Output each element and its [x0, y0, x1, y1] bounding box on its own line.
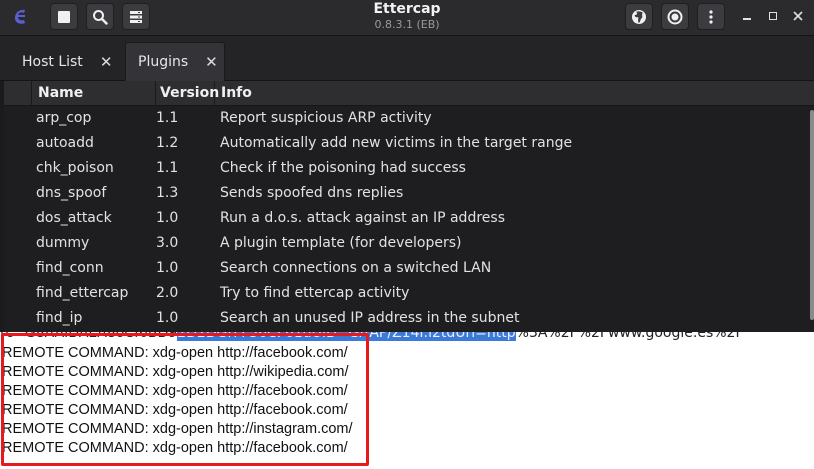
plugin-version: 1.3	[156, 185, 179, 201]
table-row[interactable]: arp_cop 1.1 Report suspicious ARP activi…	[4, 106, 809, 131]
table-row[interactable]: find_conn 1.0 Search connections on a sw…	[4, 256, 809, 281]
plugin-version: 1.0	[156, 210, 179, 226]
plugin-name: find_conn	[36, 260, 104, 276]
globe-button[interactable]	[625, 3, 653, 30]
header-bar: Ettercap 0.8.3.1 (EB)	[0, 0, 814, 36]
table-header: Name Version Info	[4, 81, 814, 106]
plugin-name: arp_cop	[36, 110, 92, 126]
maximize-button[interactable]	[764, 7, 782, 25]
plugin-version: 3.0	[156, 235, 179, 251]
tab-bar: Host List ✕ Plugins ✕	[0, 36, 814, 81]
plugin-name: dummy	[36, 235, 90, 251]
table-row[interactable]: find_ettercap 2.0 Try to find ettercap a…	[4, 281, 809, 306]
menu-button[interactable]	[697, 3, 725, 30]
mitm-icon	[667, 9, 683, 24]
table-row[interactable]: find_ip 1.0 Search an unused IP address …	[4, 306, 809, 331]
column-header-version[interactable]: Version	[156, 81, 219, 106]
plugins-table: Name Version Info arp_cop 1.1 Report sus…	[4, 81, 814, 332]
plugin-name: dos_attack	[36, 210, 112, 226]
window-subtitle: 0.8.3.1 (EB)	[374, 18, 440, 31]
plugin-info: Run a d.o.s. attack against an IP addres…	[220, 210, 505, 226]
minimize-button[interactable]	[738, 7, 756, 25]
plugin-info: Search an unused IP address in the subne…	[220, 310, 520, 326]
tab-plugins[interactable]: Plugins ✕	[125, 42, 225, 81]
plugin-info: A plugin template (for developers)	[220, 235, 462, 251]
plugin-name: find_ettercap	[36, 285, 129, 301]
plugin-version: 1.1	[156, 160, 179, 176]
plugin-info: Report suspicious ARP activity	[220, 110, 432, 126]
table-row[interactable]: dns_spoof 1.3 Sends spoofed dns replies	[4, 181, 809, 206]
table-row[interactable]: dummy 3.0 A plugin template (for develop…	[4, 231, 809, 256]
tab-close-icon[interactable]: ✕	[100, 53, 113, 71]
maximize-icon	[769, 12, 777, 20]
tab-label: Plugins	[138, 54, 189, 70]
plugin-info: Search connections on a switched LAN	[220, 260, 492, 276]
plugin-info: Automatically add new victims in the tar…	[220, 135, 573, 151]
table-row[interactable]: autoadd 1.2 Automatically add new victim…	[4, 131, 809, 156]
plugin-version: 1.0	[156, 310, 179, 326]
tab-close-icon[interactable]: ✕	[205, 53, 218, 71]
log-partial-suffix: %3A%2F%2Fwww.google.es%2F	[515, 332, 744, 341]
plugin-version: 1.1	[156, 110, 179, 126]
plugin-name: dns_spoof	[36, 185, 107, 201]
plugin-info: Check if the poisoning had success	[220, 160, 466, 176]
title-area: Ettercap 0.8.3.1 (EB)	[0, 0, 814, 31]
plugin-version: 1.2	[156, 135, 179, 151]
close-window-button[interactable]	[789, 7, 807, 25]
plugin-version: 2.0	[156, 285, 179, 301]
log-pane[interactable]: rc=G8AAIDAEA8oCf6BD92D2DGrFF36CF61dUID=G…	[0, 332, 814, 469]
tab-host-list[interactable]: Host List ✕	[6, 42, 124, 81]
column-header-info[interactable]: Info	[215, 81, 814, 106]
menu-icon	[709, 9, 713, 24]
tab-label: Host List	[22, 53, 83, 70]
table-scrollbar[interactable]	[810, 106, 814, 332]
table-rows: arp_cop 1.1 Report suspicious ARP activi…	[4, 106, 809, 331]
plugin-info: Sends spoofed dns replies	[220, 185, 404, 201]
close-icon	[793, 11, 803, 21]
table-row[interactable]: chk_poison 1.1 Check if the poisoning ha…	[4, 156, 809, 181]
plugin-name: chk_poison	[36, 160, 114, 176]
window-title: Ettercap	[373, 1, 441, 17]
plugin-version: 1.0	[156, 260, 179, 276]
plugin-name: autoadd	[36, 135, 94, 151]
globe-icon	[632, 9, 646, 24]
column-header-spacer	[4, 81, 32, 106]
highlight-box	[1, 333, 369, 466]
column-header-name[interactable]: Name	[32, 81, 156, 106]
table-row[interactable]: dos_attack 1.0 Run a d.o.s. attack again…	[4, 206, 809, 231]
plugin-info: Try to find ettercap activity	[220, 285, 410, 301]
plugin-name: find_ip	[36, 310, 83, 326]
mitm-button[interactable]	[661, 3, 689, 30]
minimize-icon	[743, 18, 751, 20]
scrollbar-thumb[interactable]	[810, 110, 814, 320]
